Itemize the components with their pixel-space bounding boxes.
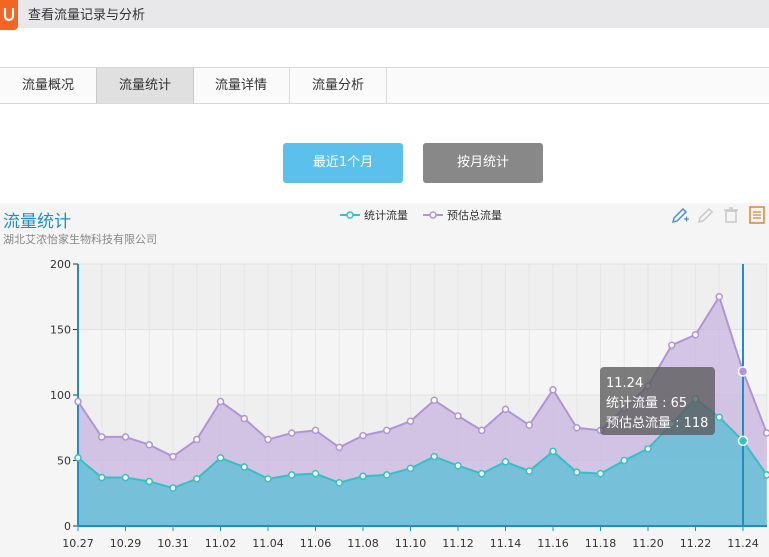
data-point[interactable] [145,441,153,449]
x-tick-label: 11.12 [442,537,474,550]
y-tick-label: 150 [50,324,71,337]
data-point[interactable] [288,471,296,479]
data-point[interactable] [668,341,676,349]
data-point[interactable] [737,435,749,447]
data-point[interactable] [216,397,225,406]
data-point[interactable] [121,473,130,482]
data-point[interactable] [501,405,510,414]
y-tick-label: 100 [50,389,71,402]
data-point[interactable] [430,452,438,461]
data-point[interactable] [549,447,557,456]
data-point[interactable] [264,475,272,483]
x-tick-label: 11.06 [300,537,332,550]
traffic-chart: 0 50 100 150 200 10.27 10.29 10.31 11.02 11.04 11.… [50,258,769,550]
x-tick-label: 11.22 [680,537,712,550]
data-point[interactable] [596,469,605,478]
x-tick-label: 11.02 [205,537,237,550]
data-point[interactable] [383,426,391,435]
legend-stat-label: 统计流量 [364,209,408,222]
data-view-icon[interactable] [747,205,767,225]
tooltip-line: 预估总流量 : 118 [606,416,708,431]
data-point[interactable] [264,435,272,444]
data-point[interactable] [644,444,652,453]
data-point[interactable] [691,330,700,339]
clear-icon[interactable] [721,205,741,225]
x-tick-label: 11.14 [490,537,522,550]
y-tick-label: 200 [50,258,71,271]
data-point[interactable] [335,443,343,452]
data-point[interactable] [383,471,391,479]
data-point[interactable] [737,366,749,377]
legend-item-est[interactable]: 预估总流量 [423,207,502,223]
data-point[interactable] [169,484,177,492]
legend-est-icon [423,211,443,219]
legend-stat-icon [340,211,360,219]
legend-item-stat[interactable]: 统计流量 [340,207,408,223]
data-point[interactable] [240,463,248,471]
x-tick-label: 11.08 [347,537,379,550]
data-point[interactable] [430,396,438,404]
y-tick-label: 50 [57,455,71,468]
data-point[interactable] [145,477,153,486]
data-point[interactable] [501,458,510,466]
x-tick-label: 11.18 [585,537,617,550]
data-point[interactable] [573,468,581,477]
data-point[interactable] [311,469,320,478]
data-point[interactable] [193,435,201,444]
x-tick-label: 10.31 [157,537,189,550]
data-point[interactable] [406,417,415,425]
data-point[interactable] [98,433,106,441]
x-tick-label: 11.10 [395,537,427,550]
x-tick-label: 11.16 [537,537,569,550]
data-point[interactable] [98,473,106,482]
data-point[interactable] [454,461,462,470]
data-point[interactable] [573,424,581,432]
data-point[interactable] [74,454,82,462]
tooltip-line: 11.24 [606,376,643,391]
data-point[interactable] [406,464,415,473]
data-point[interactable] [193,475,201,483]
x-tick-label: 10.29 [110,537,142,550]
data-point[interactable] [169,452,177,461]
chart-title: 流量统计 [3,212,71,232]
x-tick-label: 11.04 [252,537,284,550]
data-point[interactable] [216,454,225,462]
data-point[interactable] [549,386,557,394]
data-point[interactable] [359,472,367,480]
data-point[interactable] [121,433,130,441]
tooltip-line: 统计流量 : 65 [606,396,687,411]
data-point[interactable] [478,469,486,478]
data-point[interactable] [335,479,343,487]
data-point[interactable] [525,421,533,429]
data-point[interactable] [478,426,486,435]
data-point[interactable] [715,413,723,422]
x-tick-label: 11.24 [727,537,759,550]
data-point[interactable] [240,414,248,423]
edit-pen-icon[interactable] [670,205,690,225]
erase-pen-icon[interactable] [696,205,716,225]
grid-band [78,264,767,330]
x-tick-label: 10.27 [62,537,94,550]
data-point[interactable] [454,412,462,420]
data-point[interactable] [359,431,367,440]
data-point[interactable] [715,293,723,301]
data-point[interactable] [288,429,296,437]
legend-est-label: 预估总流量 [447,209,502,222]
data-point[interactable] [311,426,320,435]
data-point[interactable] [763,471,769,479]
data-point[interactable] [763,429,769,437]
x-tick-label: 11.20 [632,537,664,550]
data-point[interactable] [620,456,628,465]
data-point[interactable] [74,397,82,406]
y-tick-label: 0 [64,520,71,533]
chart-subtitle: 湖北艾浓怡家生物科技有限公司 [3,233,157,246]
data-point[interactable] [525,467,533,475]
